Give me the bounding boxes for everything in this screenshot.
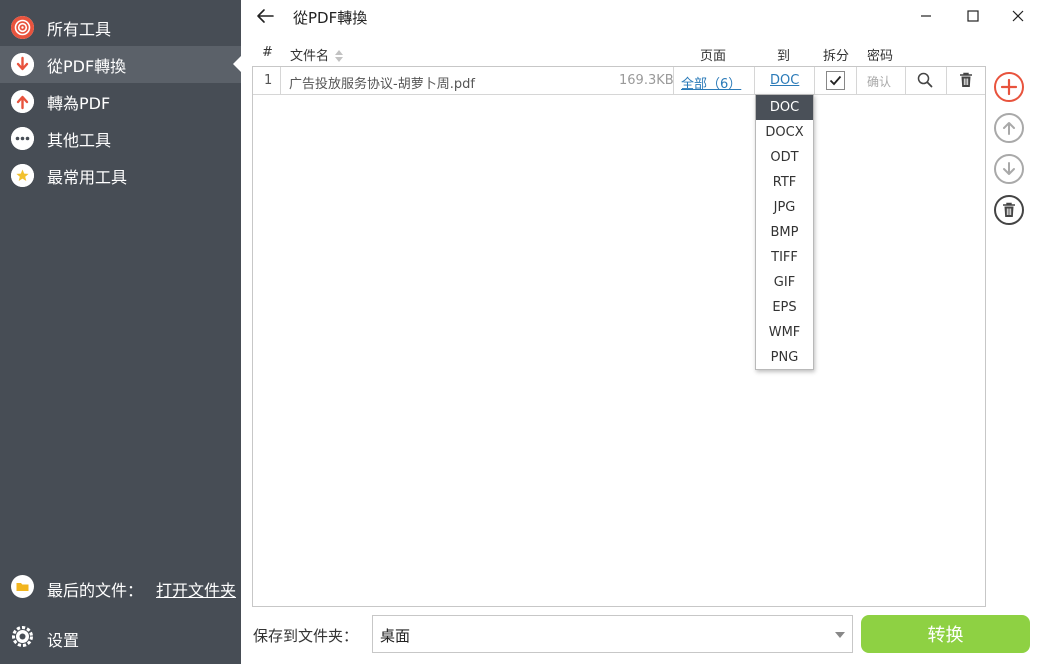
active-indicator <box>233 56 241 72</box>
sidebar-item-from-pdf[interactable]: 從PDF轉換 <box>0 46 241 83</box>
folder-icon <box>11 575 34 598</box>
settings-label: 设置 <box>47 631 80 650</box>
spiral-icon <box>11 16 34 39</box>
column-header-pages: 页面 <box>700 49 727 64</box>
format-option-docx[interactable]: DOCX <box>756 120 813 145</box>
row-index: 1 <box>264 73 273 88</box>
arrow-down-icon <box>1003 162 1015 175</box>
sidebar-item-settings[interactable]: 设置 <box>0 618 241 655</box>
remove-all-button[interactable] <box>994 195 1024 225</box>
recent-files-row: 最后的文件： 打开文件夹 <box>0 568 241 605</box>
column-header-split: 拆分 <box>823 49 850 64</box>
close-icon <box>1012 10 1024 22</box>
sidebar-item-favorite-tools[interactable]: 最常用工具 <box>0 157 241 194</box>
sidebar-item-label: 其他工具 <box>47 130 112 150</box>
save-to-folder-label: 保存到文件夹： <box>253 627 359 645</box>
format-option-eps[interactable]: EPS <box>756 295 813 320</box>
format-option-bmp[interactable]: BMP <box>756 220 813 245</box>
password-field[interactable]: 确认 <box>867 73 891 90</box>
row-filesize: 169.3KB <box>619 73 674 88</box>
recent-files-label: 最后的文件： <box>47 581 144 600</box>
sort-icon[interactable] <box>335 47 343 66</box>
column-header-index: # <box>262 45 273 60</box>
file-table: 1 广告投放服务协议-胡萝卜周.pdf 169.3KB 全部（6） DOC 确认 <box>252 66 986 607</box>
format-option-jpg[interactable]: JPG <box>756 195 813 220</box>
format-option-wmf[interactable]: WMF <box>756 320 813 345</box>
minimize-icon <box>921 15 931 17</box>
column-header-filename[interactable]: 文件名 <box>290 45 329 64</box>
page-title: 從PDF轉換 <box>293 9 368 27</box>
format-option-png[interactable]: PNG <box>756 345 813 370</box>
sidebar-item-to-pdf[interactable]: 轉為PDF <box>0 83 241 120</box>
plus-icon <box>1000 78 1018 96</box>
format-select[interactable]: DOC <box>770 73 799 88</box>
format-option-doc[interactable]: DOC <box>756 95 813 120</box>
move-down-button[interactable] <box>994 154 1024 184</box>
arrow-up-icon <box>1003 122 1015 135</box>
sidebar-item-label: 所有工具 <box>47 19 112 39</box>
output-folder-select[interactable]: 桌面 <box>372 615 853 653</box>
format-option-gif[interactable]: GIF <box>756 270 813 295</box>
minimize-button[interactable] <box>911 2 941 30</box>
maximize-button[interactable] <box>958 2 988 30</box>
delete-row-trash-icon[interactable] <box>959 72 973 92</box>
format-dropdown[interactable]: DOC DOCX ODT RTF JPG BMP TIFF GIF EPS WM… <box>755 94 814 370</box>
sidebar: 所有工具 從PDF轉換 轉為PDF 其他工具 最常用工具 最后的文件： 打开文件… <box>0 0 241 664</box>
split-checkbox[interactable] <box>826 71 845 90</box>
page-range-link[interactable]: 全部（6） <box>681 73 741 92</box>
convert-button[interactable]: 转换 <box>861 615 1030 653</box>
trash-icon <box>1003 202 1015 217</box>
gear-icon <box>11 625 34 648</box>
preview-search-icon[interactable] <box>917 72 933 92</box>
back-arrow-icon[interactable] <box>255 6 275 26</box>
sidebar-item-label: 從PDF轉換 <box>47 56 127 76</box>
format-option-odt[interactable]: ODT <box>756 145 813 170</box>
table-row[interactable]: 1 广告投放服务协议-胡萝卜周.pdf 169.3KB 全部（6） DOC 确认 <box>253 67 985 95</box>
sidebar-item-label: 轉為PDF <box>47 93 111 113</box>
sidebar-item-all-tools[interactable]: 所有工具 <box>0 9 241 46</box>
app-window: 所有工具 從PDF轉換 轉為PDF 其他工具 最常用工具 最后的文件： 打开文件… <box>0 0 1042 664</box>
checkmark-icon <box>829 75 842 86</box>
add-file-button[interactable] <box>994 72 1024 102</box>
column-header-password: 密码 <box>867 49 894 64</box>
sidebar-item-label: 最常用工具 <box>47 167 128 187</box>
format-option-tiff[interactable]: TIFF <box>756 245 813 270</box>
row-filename: 广告投放服务协议-胡萝卜周.pdf <box>289 77 475 92</box>
chevron-down-icon <box>835 632 845 638</box>
format-option-rtf[interactable]: RTF <box>756 170 813 195</box>
sidebar-item-other-tools[interactable]: 其他工具 <box>0 120 241 157</box>
title-bar: 從PDF轉換 <box>241 0 1042 34</box>
column-header-to: 到 <box>777 49 791 64</box>
move-up-button[interactable] <box>994 113 1024 143</box>
arrow-up-icon <box>11 90 34 113</box>
output-folder-value: 桌面 <box>380 627 411 645</box>
close-button[interactable] <box>1003 2 1033 30</box>
star-icon <box>11 164 34 187</box>
maximize-icon <box>967 10 979 22</box>
more-dots-icon <box>11 127 34 150</box>
arrow-down-icon <box>11 53 34 76</box>
open-folder-link[interactable]: 打开文件夹 <box>156 577 236 601</box>
